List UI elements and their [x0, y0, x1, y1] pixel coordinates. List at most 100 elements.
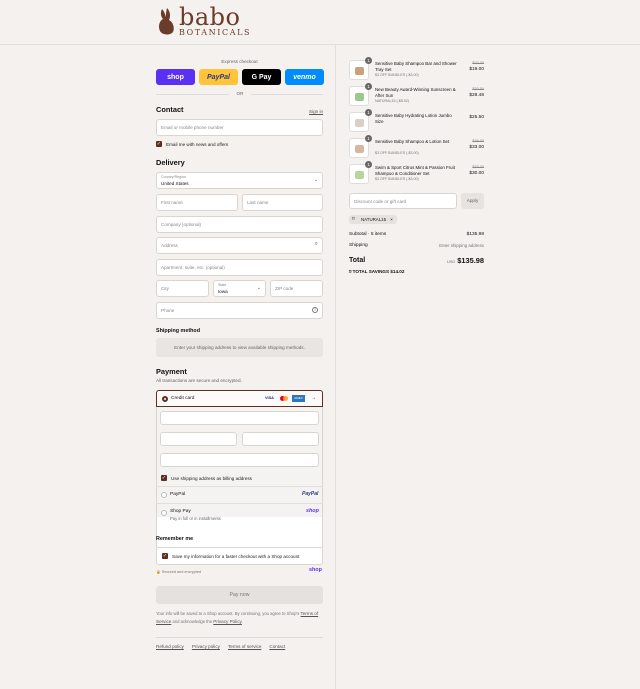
remember-checkbox[interactable]: ✓ — [162, 553, 168, 559]
shop-pay-logo: shop — [306, 508, 319, 514]
last-name-field[interactable]: Last name — [242, 194, 323, 211]
privacy-link[interactable]: Privacy Policy — [213, 619, 242, 624]
apply-button[interactable]: Apply — [461, 193, 484, 209]
product-name-line-1: Sensitive Baby Shampoo Bar and Shower — [375, 61, 457, 66]
card-expiry-field[interactable] — [160, 432, 237, 446]
shop-pay-sub: Pay in full or in installments — [170, 516, 221, 521]
email-field[interactable]: Email or mobile phone number — [156, 119, 323, 136]
brand-name: babo — [179, 3, 241, 31]
brand-sub: BOTANICALS — [179, 28, 252, 37]
discount-field[interactable]: Discount code or gift card — [349, 193, 457, 209]
shipping-heading: Shipping method — [156, 328, 201, 334]
payment-subtitle: All transactions are secure and encrypte… — [156, 378, 242, 383]
first-name-field[interactable]: First name — [156, 194, 238, 211]
cart-item: 1 Swim & Sport Citrus Mint & Passion Fru… — [349, 161, 484, 187]
total-label: Total — [349, 257, 366, 264]
product-price: $30.00 — [469, 171, 484, 176]
shipping-label: Shipping — [349, 243, 368, 248]
company-placeholder: Company (optional) — [161, 222, 202, 227]
product-image — [355, 119, 364, 127]
news-checkbox[interactable]: ✓ — [156, 141, 162, 147]
discount-placeholder: Discount code or gift card — [354, 199, 407, 204]
cart-item: 1 Sensitive Baby Hydrating Lotion Jumbo … — [349, 109, 484, 135]
state-select[interactable]: State Iowa ⌄ — [213, 280, 266, 297]
shipping-value: Enter shipping address — [439, 243, 484, 248]
footer-links: Refund policy Privacy policy Terms of se… — [156, 644, 285, 649]
pay-now-button[interactable]: Pay now — [156, 586, 323, 604]
last-name-placeholder: Last name — [247, 200, 269, 205]
email-placeholder: Email or mobile phone number — [161, 125, 224, 130]
company-field[interactable]: Company (optional) — [156, 216, 323, 233]
product-name: New Beauty Award-Winning Sunscreen & Aft… — [375, 87, 467, 99]
venmo-button[interactable]: venmo — [285, 69, 324, 85]
brand-logo[interactable]: babo BOTANICALS — [156, 3, 252, 37]
country-value: United States — [161, 181, 189, 186]
savings-row: ⌑ TOTAL SAVINGS $14.02 — [349, 269, 404, 275]
shop-pay-option[interactable]: Shop Pay Pay in full or in installments … — [156, 503, 323, 525]
shop-pay-radio[interactable] — [161, 510, 167, 516]
paypal-option[interactable]: PayPal PayPal — [156, 486, 323, 503]
product-discount: $3 OFF BUNDLES (-$3.00) — [375, 73, 419, 77]
product-discount: $3 OFF BUNDLES (-$3.00) — [375, 177, 419, 181]
address-field[interactable]: Address ⌕ — [156, 237, 323, 254]
secure-label: 🔒 Secured and encrypted — [156, 570, 202, 574]
product-image — [355, 145, 364, 153]
delivery-heading: Delivery — [156, 158, 185, 167]
zip-field[interactable]: ZIP code — [270, 280, 323, 297]
secure-text: Secured and encrypted — [161, 570, 202, 574]
credit-card-radio[interactable] — [162, 396, 168, 402]
city-field[interactable]: City — [156, 280, 209, 297]
shop-pay-express-button[interactable]: shop — [156, 69, 195, 85]
quantity-badge: 1 — [365, 57, 372, 64]
chevron-down-icon: ⌄ — [256, 285, 261, 291]
product-image — [355, 171, 364, 179]
product-name-line-2: Size — [375, 119, 384, 124]
credit-card-option[interactable]: Credit card VISA AMEX → — [156, 390, 323, 407]
original-price: $22.00 — [472, 61, 484, 65]
card-name-field[interactable] — [160, 453, 319, 467]
first-name-placeholder: First name — [161, 200, 183, 205]
sign-in-link[interactable]: Sign in — [309, 109, 323, 114]
privacy-policy-link[interactable]: Privacy policy — [192, 644, 220, 649]
quantity-badge: 1 — [365, 135, 372, 142]
billing-checkbox[interactable]: ✓ — [161, 475, 167, 481]
country-select[interactable]: Country/Region United States ⌄ — [156, 172, 323, 189]
product-price: $25.50 — [469, 115, 484, 120]
subtotal-value: $135.98 — [466, 232, 484, 237]
shop-logo: shop — [309, 567, 322, 573]
remember-label: Save my information for a faster checkou… — [172, 554, 300, 559]
quantity-badge: 1 — [365, 109, 372, 116]
checkout-form: Express checkout shop PayPal G Pay venmo… — [0, 45, 336, 689]
google-pay-button[interactable]: G Pay — [242, 69, 281, 85]
tag-icon: ⌑ — [352, 216, 355, 222]
legal-period: . — [241, 619, 244, 624]
paypal-express-button[interactable]: PayPal — [199, 69, 238, 85]
contact-link[interactable]: Contact — [269, 644, 285, 649]
card-cvv-field[interactable] — [242, 432, 319, 446]
terms-of-service-link[interactable]: Terms of service — [228, 644, 261, 649]
total-amount: USD $135.98 — [447, 256, 484, 265]
refund-policy-link[interactable]: Refund policy — [156, 644, 184, 649]
product-discount: $3 OFF BUNDLES (-$3.00) — [375, 151, 419, 155]
header: babo BOTANICALS — [0, 0, 640, 45]
remember-heading: Remember me — [156, 536, 194, 542]
product-price: $28.48 — [469, 93, 484, 98]
product-name: Sensitive Baby Shampoo Bar and Shower Tr… — [375, 61, 467, 73]
savings-tag-icon: ⌑ — [349, 269, 352, 274]
remove-discount-icon[interactable]: × — [390, 217, 393, 222]
express-checkout-label: Express checkout — [221, 59, 258, 64]
paypal-radio[interactable] — [161, 492, 167, 498]
phone-field[interactable]: Phone ? — [156, 302, 323, 319]
remember-box[interactable]: ✓ Save my information for a faster check… — [156, 547, 323, 565]
savings-label: TOTAL SAVINGS — [352, 269, 390, 274]
more-cards-icon: → — [311, 395, 316, 401]
product-name-line-1: Sensitive Baby Shampoo & Lotion Set — [375, 139, 450, 144]
legal-text: Your info will be saved to a Shop accoun… — [156, 610, 323, 626]
card-number-field[interactable] — [160, 411, 319, 425]
product-name-line-2: Shampoo & Conditioner Set — [375, 171, 430, 176]
cart-item: 1 New Beauty Award-Winning Sunscreen & A… — [349, 83, 484, 109]
apartment-field[interactable]: Apartment, suite, etc. (optional) — [156, 259, 323, 276]
help-icon[interactable]: ? — [312, 307, 318, 313]
state-label: State — [218, 283, 227, 287]
contact-heading: Contact — [156, 105, 184, 114]
